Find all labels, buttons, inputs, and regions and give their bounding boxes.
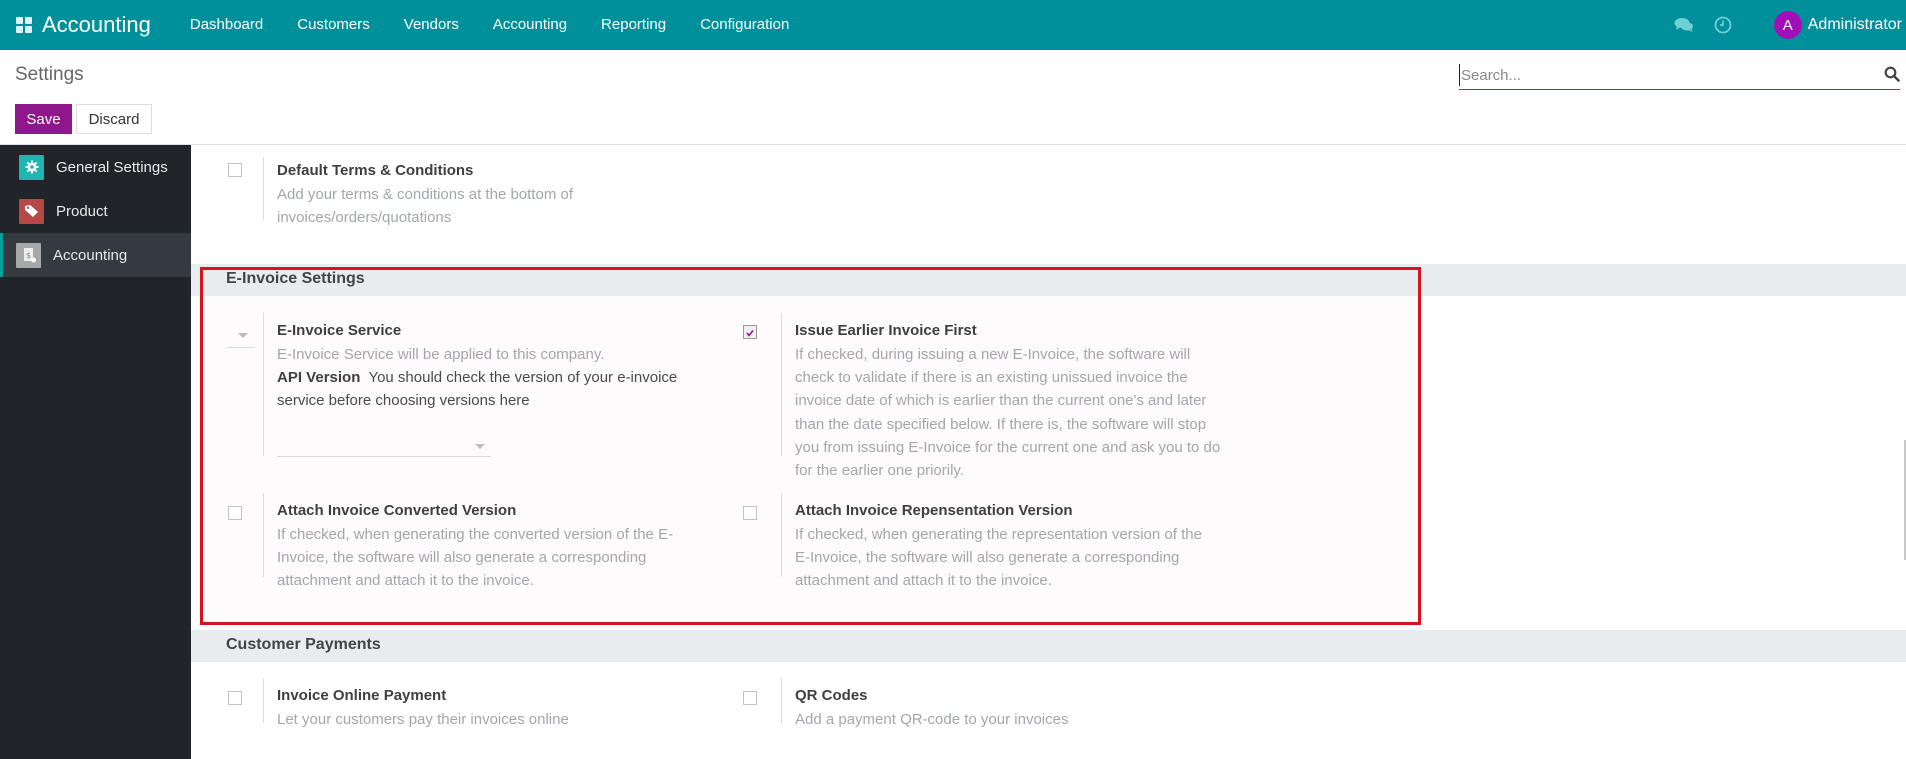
issue-earlier-description: If checked, during issuing a new E-Invoi… <box>795 346 1221 480</box>
einvoice-service-dropdown-caret[interactable] <box>238 333 248 338</box>
control-panel: Settings Save Discard <box>0 50 1906 145</box>
divider <box>781 678 782 723</box>
apps-grid-icon[interactable] <box>16 17 32 33</box>
online-payment-title: Invoice Online Payment <box>277 687 447 704</box>
invoice-icon: $ <box>16 242 41 268</box>
menu-accounting[interactable]: Accounting <box>476 0 584 50</box>
attach-representation-checkbox[interactable] <box>743 506 757 520</box>
menu-dashboard[interactable]: Dashboard <box>173 0 280 50</box>
einvoice-service-title: E-Invoice Service <box>277 322 402 339</box>
online-payment-description: Let your customers pay their invoices on… <box>277 711 569 728</box>
menu-vendors[interactable]: Vendors <box>387 0 476 50</box>
sidebar-item-product[interactable]: Product <box>0 189 191 233</box>
avatar[interactable]: A <box>1773 11 1802 39</box>
search-icon[interactable] <box>1884 66 1900 82</box>
divider <box>781 313 782 456</box>
attach-converted-title: Attach Invoice Converted Version <box>277 502 517 519</box>
divider <box>263 678 264 723</box>
svg-text:$: $ <box>26 251 31 260</box>
default-terms-title: Default Terms & Conditions <box>277 162 474 179</box>
default-terms-description: Add your terms & conditions at the botto… <box>277 186 573 227</box>
search-input[interactable] <box>1459 64 1859 86</box>
issue-earlier-title: Issue Earlier Invoice First <box>795 322 977 339</box>
gear-icon <box>19 154 44 180</box>
menu-customers[interactable]: Customers <box>280 0 387 50</box>
tag-icon <box>19 198 44 224</box>
settings-content: Default Terms & Conditions Add your term… <box>191 145 1906 759</box>
user-menu[interactable]: Administrator <box>1808 16 1902 34</box>
einvoice-section-header: E-Invoice Settings <box>191 264 1906 296</box>
chat-icon[interactable] <box>1674 15 1694 35</box>
default-terms-checkbox[interactable] <box>228 163 242 177</box>
menu-reporting[interactable]: Reporting <box>584 0 683 50</box>
attach-converted-description: If checked, when generating the converte… <box>277 526 674 590</box>
search-bar <box>1459 60 1900 90</box>
einvoice-section-title: E-Invoice Settings <box>226 270 365 287</box>
check-icon <box>746 330 754 337</box>
attach-converted-checkbox[interactable] <box>228 506 242 520</box>
attach-representation-title: Attach Invoice Repensentation Version <box>795 502 1073 519</box>
discard-button[interactable]: Discard <box>76 104 152 134</box>
qr-codes-title: QR Codes <box>795 687 868 704</box>
qr-codes-description: Add a payment QR-code to your invoices <box>795 711 1069 728</box>
sidebar-item-label: Accounting <box>53 246 128 264</box>
customer-payments-header: Customer Payments <box>191 630 1906 662</box>
divider <box>263 157 264 220</box>
api-version-dropdown-caret[interactable] <box>475 444 485 449</box>
online-payment-checkbox[interactable] <box>228 691 242 705</box>
sidebar-item-label: General Settings <box>56 158 168 176</box>
menu-configuration[interactable]: Configuration <box>683 0 806 50</box>
einvoice-service-select[interactable] <box>227 347 254 348</box>
api-version-select[interactable] <box>277 456 491 457</box>
clock-icon[interactable] <box>1713 15 1733 35</box>
navbar-systray: A Administrator <box>1674 0 1906 50</box>
save-button[interactable]: Save <box>15 104 72 134</box>
einvoice-service-description: E-Invoice Service will be applied to thi… <box>277 346 605 363</box>
page-title: Settings <box>15 64 84 85</box>
sidebar-item-general-settings[interactable]: General Settings <box>0 145 191 189</box>
sidebar-item-label: Product <box>56 202 108 220</box>
settings-sidebar: General Settings Product $ Accounting <box>0 145 191 759</box>
api-version-row: API Version You should check the version… <box>277 366 707 412</box>
qr-codes-checkbox[interactable] <box>743 691 757 705</box>
sidebar-item-accounting[interactable]: $ Accounting <box>0 233 191 277</box>
attach-representation-description: If checked, when generating the represen… <box>795 526 1202 590</box>
divider <box>263 313 264 456</box>
app-brand[interactable]: Accounting <box>42 12 151 38</box>
issue-earlier-checkbox[interactable] <box>743 325 757 339</box>
divider <box>781 493 782 577</box>
api-version-label: API Version <box>277 369 361 386</box>
customer-payments-title: Customer Payments <box>226 636 381 653</box>
top-navbar: Accounting Dashboard Customers Vendors A… <box>0 0 1906 50</box>
divider <box>263 493 264 577</box>
